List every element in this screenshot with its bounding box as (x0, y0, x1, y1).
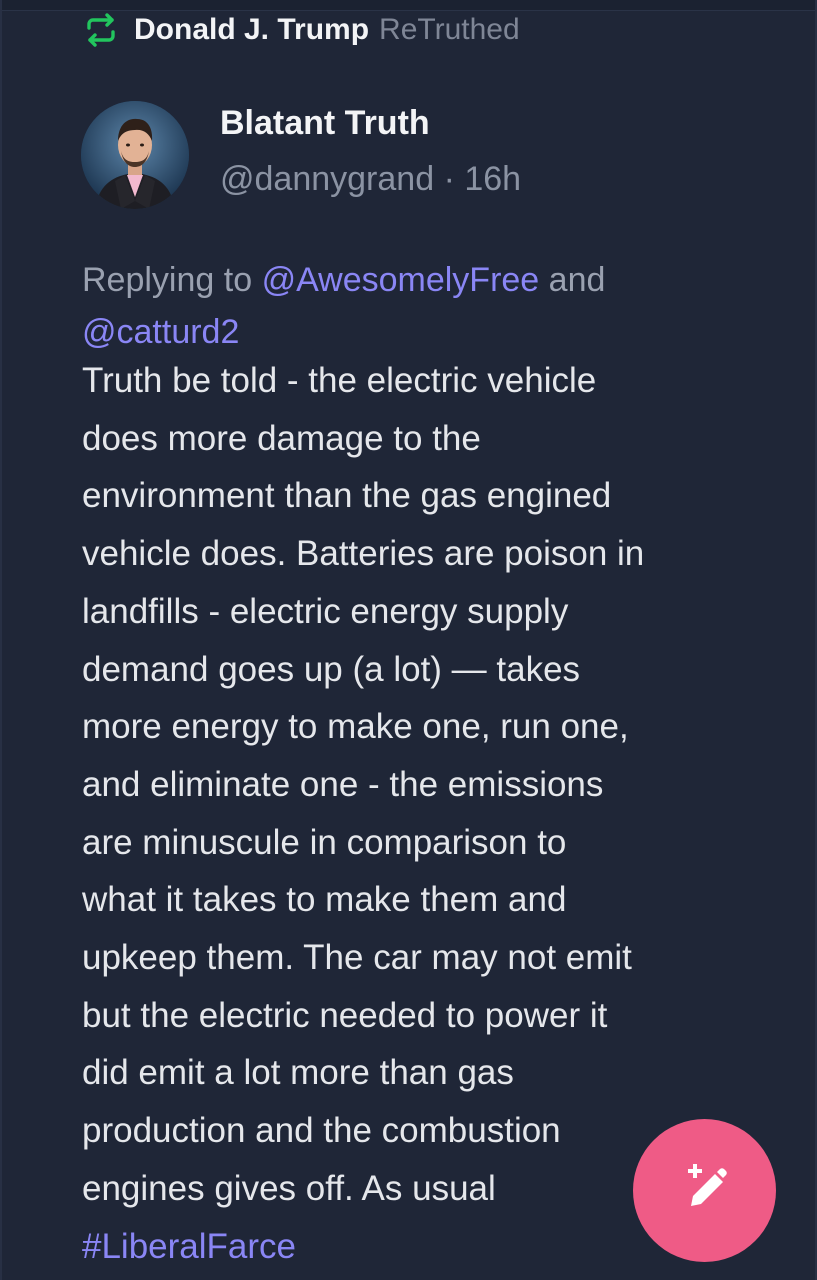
mention-link-awesomelyfree[interactable]: @AwesomelyFree (262, 261, 540, 299)
post-text-line: demand goes up (a lot) — takes (82, 649, 581, 689)
post-time: 16h (464, 160, 522, 198)
post-text-line: does more damage to the (82, 418, 481, 458)
author-handle[interactable]: @dannygrand (220, 160, 434, 198)
left-border (0, 0, 2, 1280)
repost-icon (84, 13, 118, 47)
post-text-line: upkeep them. The car may not emit (82, 938, 632, 978)
post-detail-screen: Donald J. Trump ReTruthed Blatant Truth (0, 0, 817, 1280)
replying-to-conjunction: and (548, 261, 606, 299)
post-text-line: vehicle does. Batteries are poison in (82, 534, 645, 574)
retruth-user-name[interactable]: Donald J. Trump (134, 13, 369, 47)
compose-button[interactable] (633, 1119, 776, 1262)
post-text-line: environment than the gas engined (82, 476, 612, 516)
retruth-label: ReTruthed (379, 13, 520, 46)
post-text-line: more energy to make one, run one, (82, 707, 629, 747)
post-text-line: landfills - electric energy supply (82, 591, 569, 631)
compose-pencil-icon (679, 1162, 731, 1219)
author-meta: @dannygrand · 16h (220, 160, 521, 199)
retruth-header[interactable]: Donald J. Trump ReTruthed (84, 12, 520, 48)
replying-to: Replying to @AwesomelyFree and @catturd2 (82, 254, 762, 358)
mention-link-catturd2[interactable]: @catturd2 (82, 313, 239, 351)
post-text-line: Truth be told - the electric vehicle (82, 361, 597, 400)
author-display-name[interactable]: Blatant Truth (220, 104, 430, 143)
post-text-line: are minuscule in comparison to (82, 822, 567, 862)
meta-separator: · (443, 160, 455, 198)
top-divider (0, 0, 817, 11)
avatar[interactable] (81, 101, 189, 209)
post-text-line: did emit a lot more than gas (82, 1053, 514, 1093)
replying-to-label: Replying to (82, 261, 253, 299)
post-text-line: and eliminate one - the emissions (82, 764, 604, 804)
post-text-line: what it takes to make them and (82, 880, 567, 920)
post-text-line: but the electric needed to power it (82, 995, 608, 1035)
